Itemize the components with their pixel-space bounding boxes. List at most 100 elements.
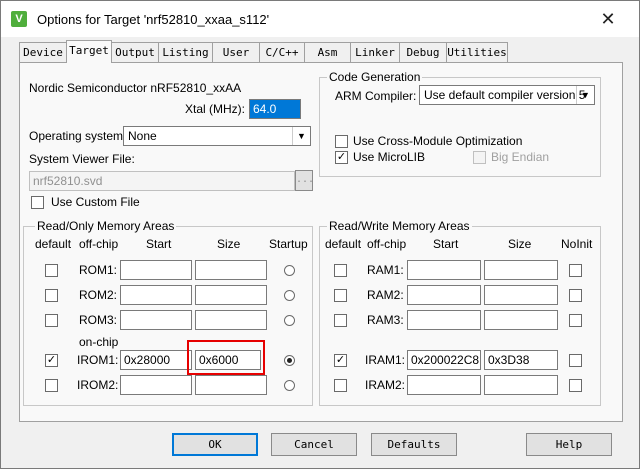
iram2-start-input[interactable] [407, 375, 481, 395]
ram1-default-checkbox[interactable] [334, 264, 347, 277]
ram3-default-checkbox[interactable] [334, 314, 347, 327]
tab-c-cpp[interactable]: C/C++ [259, 42, 305, 62]
ram1-size-input[interactable] [484, 260, 558, 280]
iram1-label: IRAM1: [365, 353, 406, 367]
tab-device[interactable]: Device [19, 42, 67, 62]
rom3-startup-radio[interactable] [284, 315, 295, 326]
code-generation-title: Code Generation [327, 70, 423, 84]
use-custom-file-label: Use Custom File [51, 195, 140, 209]
rom3-label: ROM3: [79, 313, 118, 327]
tab-linker[interactable]: Linker [350, 42, 400, 62]
irom2-startup-radio[interactable] [284, 380, 295, 391]
ro-header-start: Start [146, 237, 172, 251]
os-value: None [128, 129, 157, 143]
iram2-size-input[interactable] [484, 375, 558, 395]
defaults-button[interactable]: Defaults [371, 433, 457, 456]
title-bar[interactable]: V Options for Target 'nrf52810_xxaa_s112… [1, 1, 639, 37]
tab-user[interactable]: User [212, 42, 260, 62]
big-endian-checkbox[interactable] [473, 151, 486, 164]
ram1-label: RAM1: [367, 263, 404, 277]
ro-header-startup: Startup [269, 237, 308, 251]
iram1-start-input[interactable]: 0x200022C8 [407, 350, 481, 370]
help-button[interactable]: Help [526, 433, 612, 456]
rom2-size-input[interactable] [195, 285, 267, 305]
irom2-size-input[interactable] [195, 375, 267, 395]
tab-output[interactable]: Output [111, 42, 159, 62]
ram3-label: RAM3: [367, 313, 404, 327]
iram1-noinit-checkbox[interactable] [569, 354, 582, 367]
cross-module-optimization-label: Use Cross-Module Optimization [353, 134, 523, 148]
iram2-noinit-checkbox[interactable] [569, 379, 582, 392]
rw-header-noinit: NoInit [561, 237, 593, 251]
rom2-start-input[interactable] [120, 285, 192, 305]
ram3-size-input[interactable] [484, 310, 558, 330]
tab-listing[interactable]: Listing [158, 42, 213, 62]
tab-utilities[interactable]: Utilities [446, 42, 508, 62]
cancel-button[interactable]: Cancel [271, 433, 357, 456]
ram2-noinit-checkbox[interactable] [569, 289, 582, 302]
os-select[interactable]: None ▼ [123, 126, 311, 146]
irom1-label: IROM1: [77, 353, 119, 367]
svd-label: System Viewer File: [29, 152, 135, 166]
iram2-label: IRAM2: [365, 378, 406, 392]
irom2-default-checkbox[interactable] [45, 379, 58, 392]
xtal-input[interactable]: 64.0 [249, 99, 301, 119]
cross-module-optimization-checkbox[interactable] [335, 135, 348, 148]
ro-header-offchip: off-chip [79, 237, 119, 251]
irom1-startup-radio[interactable] [284, 355, 295, 366]
window-title: Options for Target 'nrf52810_xxaa_s112' [37, 12, 270, 27]
iram1-size-input[interactable]: 0x3D38 [484, 350, 558, 370]
browse-svd-button[interactable]: ... [295, 170, 314, 191]
rw-header-start: Start [433, 237, 459, 251]
rom1-default-checkbox[interactable] [45, 264, 58, 277]
ram1-start-input[interactable] [407, 260, 481, 280]
keil-uvision-icon: V [11, 11, 27, 27]
read-only-memory-title: Read/Only Memory Areas [35, 219, 177, 233]
os-label: Operating system: [29, 129, 127, 143]
tab-debug[interactable]: Debug [399, 42, 447, 62]
svd-file-input[interactable]: nrf52810.svd [29, 171, 295, 191]
ram3-noinit-checkbox[interactable] [569, 314, 582, 327]
close-icon[interactable]: ✕ [593, 7, 623, 31]
rom3-size-input[interactable] [195, 310, 267, 330]
tab-target[interactable]: Target [66, 40, 112, 63]
rom1-size-input[interactable] [195, 260, 267, 280]
ram2-label: RAM2: [367, 288, 404, 302]
options-dialog: V Options for Target 'nrf52810_xxaa_s112… [0, 0, 640, 469]
ro-header-default: default [35, 237, 72, 251]
ram2-default-checkbox[interactable] [334, 289, 347, 302]
arm-compiler-select[interactable]: Use default compiler version 5 ▼ [419, 85, 595, 105]
irom2-label: IROM2: [77, 378, 119, 392]
ram2-start-input[interactable] [407, 285, 481, 305]
read-write-memory-title: Read/Write Memory Areas [327, 219, 472, 233]
ram3-start-input[interactable] [407, 310, 481, 330]
rom2-startup-radio[interactable] [284, 290, 295, 301]
irom1-start-input[interactable]: 0x28000 [120, 350, 192, 370]
rom3-start-input[interactable] [120, 310, 192, 330]
tab-asm[interactable]: Asm [304, 42, 351, 62]
rom1-label: ROM1: [79, 263, 118, 277]
irom2-start-input[interactable] [120, 375, 192, 395]
rom2-label: ROM2: [79, 288, 118, 302]
use-custom-file-checkbox[interactable] [31, 196, 44, 209]
big-endian-label: Big Endian [491, 150, 550, 164]
irom1-default-checkbox[interactable]: ✓ [45, 354, 58, 367]
ram2-size-input[interactable] [484, 285, 558, 305]
device-name: Nordic Semiconductor nRF52810_xxAA [29, 81, 242, 95]
ok-button[interactable]: OK [172, 433, 258, 456]
rom1-startup-radio[interactable] [284, 265, 295, 276]
rom3-default-checkbox[interactable] [45, 314, 58, 327]
use-microlib-checkbox[interactable]: ✓ [335, 151, 348, 164]
arm-compiler-value: Use default compiler version 5 [424, 88, 586, 102]
rom1-start-input[interactable] [120, 260, 192, 280]
rom2-default-checkbox[interactable] [45, 289, 58, 302]
chevron-down-icon: ▼ [292, 127, 310, 145]
rw-header-offchip: off-chip [367, 237, 407, 251]
iram1-default-checkbox[interactable]: ✓ [334, 354, 347, 367]
ro-header-size: Size [217, 237, 241, 251]
highlight-box [187, 340, 265, 375]
ram1-noinit-checkbox[interactable] [569, 264, 582, 277]
rw-header-size: Size [508, 237, 532, 251]
iram2-default-checkbox[interactable] [334, 379, 347, 392]
arm-compiler-label: ARM Compiler: [335, 89, 417, 103]
